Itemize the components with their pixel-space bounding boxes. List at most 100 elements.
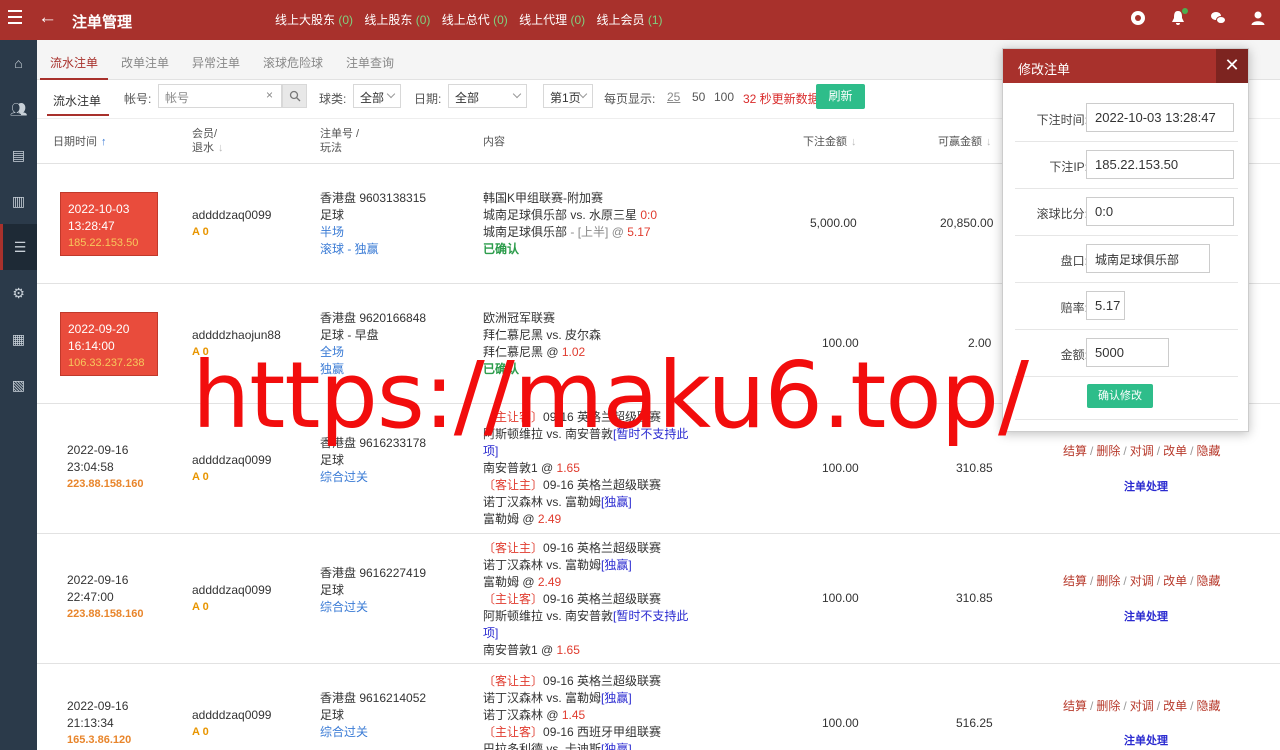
confirm-modify-button[interactable]: 确认修改	[1087, 384, 1153, 408]
bet-time-input[interactable]: 2022-10-03 13:28:47	[1086, 103, 1234, 132]
field-bet-time: 下注时间: 2022-10-03 13:28:47	[1015, 95, 1238, 142]
stat-shareholder[interactable]: 线上股东 (0)	[364, 13, 430, 27]
sidebar-report-icon[interactable]: ▧	[0, 362, 37, 408]
edit-bet-modal: 修改注单 ✕ 下注时间: 2022-10-03 13:28:47 下注IP: 1…	[1002, 48, 1249, 432]
datetime-cell: 2022-10-03 13:28:47 185.22.153.50	[60, 192, 158, 256]
hide-link[interactable]: 隐藏	[1196, 699, 1220, 713]
watermark-url: https://maku6.top/	[192, 342, 1029, 449]
bet-ip-input[interactable]: 185.22.153.50	[1086, 150, 1234, 179]
swap-link[interactable]: 对调	[1130, 444, 1154, 458]
member-cell: addddzaq0099 A 0	[192, 208, 272, 238]
top-header: ← 注单管理 线上大股东 (0) 线上股东 (0) 线上总代 (0) 线上代理 …	[0, 0, 1280, 40]
hide-link[interactable]: 隐藏	[1196, 444, 1220, 458]
account-input[interactable]: 帐号 ×	[158, 84, 282, 108]
page-select[interactable]: 第1页	[543, 84, 593, 108]
sub-tab-indicator	[47, 114, 109, 116]
tab-flow-bets[interactable]: 流水注单	[50, 54, 98, 71]
tab-bet-query[interactable]: 注单查询	[346, 54, 394, 71]
modify-link[interactable]: 改单	[1163, 699, 1187, 713]
date-select[interactable]: 全部	[448, 84, 527, 108]
col-win[interactable]: 可赢金额 ↓	[938, 135, 992, 149]
col-order: 注单号 / 玩法	[320, 128, 360, 154]
modal-divider	[1015, 419, 1238, 420]
amount-input[interactable]: 5000	[1086, 338, 1169, 367]
delete-link[interactable]: 删除	[1096, 699, 1120, 713]
datetime-cell: 2022-09-20 16:14:00 106.33.237.238	[60, 312, 158, 376]
settle-link[interactable]: 结算	[1063, 444, 1087, 458]
col-amount[interactable]: 下注金额 ↓	[803, 135, 857, 149]
field-odds: 赔率: 5.17	[1015, 283, 1238, 330]
sidebar-settings-icon[interactable]: ⚙	[0, 270, 37, 316]
stat-major-shareholder[interactable]: 线上大股东 (0)	[275, 13, 353, 27]
col-member[interactable]: 会员/退水 ↓	[192, 127, 224, 155]
modify-link[interactable]: 改单	[1163, 574, 1187, 588]
field-amount: 金额: 5000	[1015, 330, 1238, 377]
refresh-countdown: 32 秒更新数据	[743, 92, 820, 106]
online-stats: 线上大股东 (0) 线上股东 (0) 线上总代 (0) 线上代理 (0) 线上会…	[275, 11, 671, 28]
delete-link[interactable]: 删除	[1096, 574, 1120, 588]
stat-agent[interactable]: 线上代理 (0)	[519, 13, 585, 27]
chat-icon[interactable]	[1210, 10, 1226, 26]
tab-abnormal-bets[interactable]: 异常注单	[192, 54, 240, 71]
per-page-100[interactable]: 100	[714, 90, 734, 104]
modal-title: 修改注单	[1003, 49, 1248, 83]
sidebar-docs-icon[interactable]: ▤	[0, 132, 37, 178]
member-cell: addddzaq0099 A 0	[192, 453, 272, 483]
page-title: 注单管理	[72, 14, 133, 31]
amount-cell: 100.00	[822, 716, 859, 730]
field-handicap: 盘口: 城南足球俱乐部	[1015, 236, 1238, 283]
handicap-input[interactable]: 城南足球俱乐部	[1086, 244, 1210, 273]
tab-modified-bets[interactable]: 改单注单	[121, 54, 169, 71]
user-icon[interactable]	[1250, 10, 1266, 26]
tab-live-danger[interactable]: 滚球危险球	[263, 54, 323, 71]
col-date[interactable]: 日期时间 ↑	[53, 135, 107, 149]
settle-link[interactable]: 结算	[1063, 574, 1087, 588]
bell-icon[interactable]	[1170, 8, 1188, 26]
refresh-button[interactable]: 刷新	[816, 84, 865, 109]
sidebar-chart-icon[interactable]: ▥	[0, 178, 37, 224]
sort-up-icon: ↑	[101, 136, 107, 148]
content-cell: 〔客让主〕09-16 英格兰超级联赛 诺丁汉森林 vs. 富勒姆[独赢] 诺丁汉…	[483, 674, 662, 750]
per-page-25[interactable]: 25	[667, 90, 680, 104]
win-cell: 20,850.00	[940, 216, 994, 230]
back-arrow-icon[interactable]: ←	[38, 7, 57, 29]
menu-icon[interactable]	[8, 10, 22, 24]
modify-link[interactable]: 改单	[1163, 444, 1187, 458]
close-icon[interactable]: ✕	[1216, 49, 1248, 83]
delete-link[interactable]: 删除	[1096, 444, 1120, 458]
row-actions: 结算 / 删除 / 对调 / 改单 / 隐藏	[1063, 574, 1221, 588]
live-score-input[interactable]: 0:0	[1086, 197, 1234, 226]
stat-member[interactable]: 线上会员 (1)	[597, 13, 663, 27]
sort-down-icon: ↓	[986, 136, 992, 148]
stat-general-agent[interactable]: 线上总代 (0)	[442, 13, 508, 27]
support-icon[interactable]	[1130, 10, 1146, 26]
member-cell: addddzaq0099 A 0	[192, 583, 272, 613]
sidebar-bets-icon[interactable]: ☰	[0, 224, 37, 270]
sub-tab-flow[interactable]: 流水注单	[53, 92, 101, 109]
swap-link[interactable]: 对调	[1130, 699, 1154, 713]
sport-label: 球类:	[319, 92, 347, 106]
odds-input[interactable]: 5.17	[1086, 291, 1125, 320]
per-page-50[interactable]: 50	[692, 90, 705, 104]
sidebar-clipboard-icon[interactable]: ▦	[0, 316, 37, 362]
settle-link[interactable]: 结算	[1063, 699, 1087, 713]
sidebar-users-icon[interactable]: 👥︎	[0, 86, 37, 132]
search-button[interactable]	[282, 84, 307, 108]
sidebar: ⌂ 👥︎ ▤ ▥ ☰ ⚙ ▦ ▧	[0, 40, 37, 750]
sidebar-home-icon[interactable]: ⌂	[0, 40, 37, 86]
amount-cell: 5,000.00	[810, 216, 857, 230]
row-actions: 结算 / 删除 / 对调 / 改单 / 隐藏	[1063, 699, 1221, 713]
sort-down-icon: ↓	[851, 136, 857, 148]
table-row: 2022-09-16 21:13:34 165.3.86.120 addddzaq0…	[37, 664, 1280, 750]
order-cell: 香港盘 9616214052 足球 综合过关	[320, 691, 427, 739]
field-live-score: 滚球比分: 0:0	[1015, 189, 1238, 236]
process-link[interactable]: 注单处理	[1124, 732, 1168, 748]
swap-link[interactable]: 对调	[1130, 574, 1154, 588]
process-link[interactable]: 注单处理	[1124, 478, 1168, 494]
hide-link[interactable]: 隐藏	[1196, 574, 1220, 588]
win-cell: 310.85	[956, 461, 993, 475]
sport-select[interactable]: 全部	[353, 84, 401, 108]
process-link[interactable]: 注单处理	[1124, 608, 1168, 624]
date-label: 日期:	[414, 92, 442, 106]
clear-icon[interactable]: ×	[266, 88, 273, 102]
